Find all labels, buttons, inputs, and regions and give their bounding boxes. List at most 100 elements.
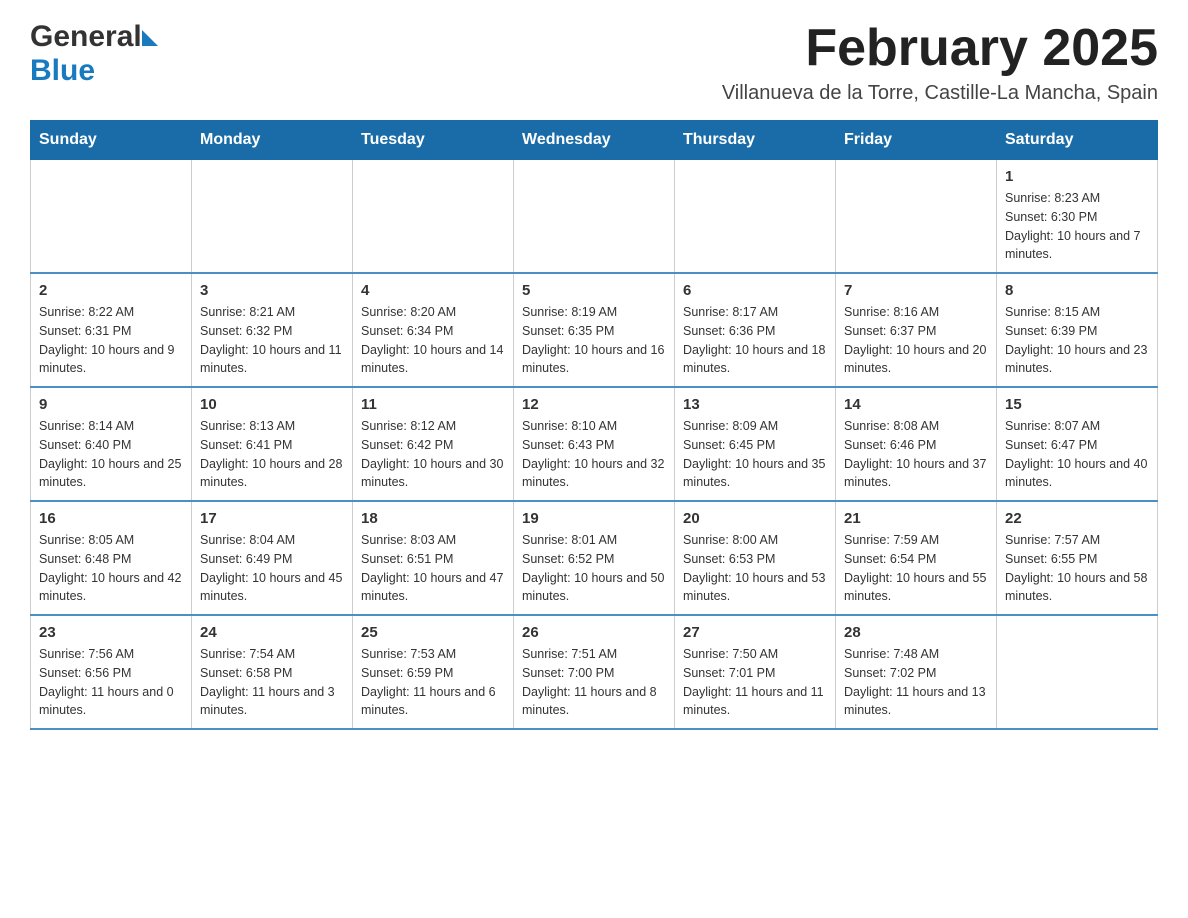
calendar-day-cell [514,160,675,274]
day-number: 5 [522,282,666,299]
calendar-day-cell: 10 Sunrise: 8:13 AMSunset: 6:41 PMDayligh… [192,387,353,501]
day-number: 8 [1005,282,1149,299]
weekday-header-row: SundayMondayTuesdayWednesdayThursdayFrid… [31,121,1158,160]
calendar-week-row: 9 Sunrise: 8:14 AMSunset: 6:40 PMDaylight… [31,387,1158,501]
weekday-header: Wednesday [514,121,675,160]
calendar-table: SundayMondayTuesdayWednesdayThursdayFrid… [30,120,1158,730]
calendar-day-cell: 1 Sunrise: 8:23 AMSunset: 6:30 PMDaylight… [997,160,1158,274]
calendar-day-cell: 19 Sunrise: 8:01 AMSunset: 6:52 PMDayligh… [514,501,675,615]
day-number: 1 [1005,168,1149,185]
calendar-day-cell [997,615,1158,729]
title-section: February 2025 Villanueva de la Torre, Ca… [722,20,1158,105]
calendar-day-cell [675,160,836,274]
day-number: 4 [361,282,505,299]
calendar-day-cell [353,160,514,274]
calendar-day-cell: 26 Sunrise: 7:51 AMSunset: 7:00 PMDayligh… [514,615,675,729]
day-info: Sunrise: 7:53 AMSunset: 6:59 PMDaylight:… [361,645,505,720]
day-info: Sunrise: 8:09 AMSunset: 6:45 PMDaylight:… [683,417,827,492]
day-number: 6 [683,282,827,299]
day-info: Sunrise: 8:23 AMSunset: 6:30 PMDaylight:… [1005,189,1149,264]
day-number: 10 [200,396,344,413]
calendar-day-cell [192,160,353,274]
day-number: 11 [361,396,505,413]
day-number: 18 [361,510,505,527]
calendar-day-cell: 27 Sunrise: 7:50 AMSunset: 7:01 PMDayligh… [675,615,836,729]
day-info: Sunrise: 8:10 AMSunset: 6:43 PMDaylight:… [522,417,666,492]
day-info: Sunrise: 7:57 AMSunset: 6:55 PMDaylight:… [1005,531,1149,606]
day-info: Sunrise: 8:22 AMSunset: 6:31 PMDaylight:… [39,303,183,378]
page-header: General Blue February 2025 Villanueva de… [30,20,1158,105]
day-number: 23 [39,624,183,641]
day-info: Sunrise: 8:15 AMSunset: 6:39 PMDaylight:… [1005,303,1149,378]
day-info: Sunrise: 8:05 AMSunset: 6:48 PMDaylight:… [39,531,183,606]
day-info: Sunrise: 8:14 AMSunset: 6:40 PMDaylight:… [39,417,183,492]
day-info: Sunrise: 8:01 AMSunset: 6:52 PMDaylight:… [522,531,666,606]
day-number: 15 [1005,396,1149,413]
calendar-day-cell: 7Sunrise: 8:16 AMSunset: 6:37 PMDaylight… [836,273,997,387]
day-info: Sunrise: 7:54 AMSunset: 6:58 PMDaylight:… [200,645,344,720]
calendar-day-cell: 20 Sunrise: 8:00 AMSunset: 6:53 PMDayligh… [675,501,836,615]
day-number: 13 [683,396,827,413]
day-info: Sunrise: 7:50 AMSunset: 7:01 PMDaylight:… [683,645,827,720]
day-info: Sunrise: 7:59 AMSunset: 6:54 PMDaylight:… [844,531,988,606]
calendar-day-cell: 9 Sunrise: 8:14 AMSunset: 6:40 PMDaylight… [31,387,192,501]
weekday-header: Friday [836,121,997,160]
calendar-day-cell: 2 Sunrise: 8:22 AMSunset: 6:31 PMDaylight… [31,273,192,387]
calendar-day-cell: 18 Sunrise: 8:03 AMSunset: 6:51 PMDayligh… [353,501,514,615]
day-number: 28 [844,624,988,641]
day-info: Sunrise: 8:04 AMSunset: 6:49 PMDaylight:… [200,531,344,606]
logo-blue-text: Blue [30,54,95,88]
calendar-day-cell: 24 Sunrise: 7:54 AMSunset: 6:58 PMDayligh… [192,615,353,729]
day-info: Sunrise: 7:51 AMSunset: 7:00 PMDaylight:… [522,645,666,720]
day-info: Sunrise: 8:03 AMSunset: 6:51 PMDaylight:… [361,531,505,606]
calendar-week-row: 1 Sunrise: 8:23 AMSunset: 6:30 PMDaylight… [31,160,1158,274]
day-number: 9 [39,396,183,413]
logo-arrow-icon [142,30,158,46]
day-number: 16 [39,510,183,527]
calendar-day-cell: 17 Sunrise: 8:04 AMSunset: 6:49 PMDayligh… [192,501,353,615]
calendar-day-cell: 22 Sunrise: 7:57 AMSunset: 6:55 PMDayligh… [997,501,1158,615]
day-number: 22 [1005,510,1149,527]
day-info: Sunrise: 8:16 AMSunset: 6:37 PMDaylight:… [844,303,988,378]
calendar-day-cell: 13 Sunrise: 8:09 AMSunset: 6:45 PMDayligh… [675,387,836,501]
calendar-day-cell: 23 Sunrise: 7:56 AMSunset: 6:56 PMDayligh… [31,615,192,729]
day-info: Sunrise: 7:56 AMSunset: 6:56 PMDaylight:… [39,645,183,720]
day-info: Sunrise: 8:00 AMSunset: 6:53 PMDaylight:… [683,531,827,606]
weekday-header: Tuesday [353,121,514,160]
weekday-header: Thursday [675,121,836,160]
calendar-week-row: 23 Sunrise: 7:56 AMSunset: 6:56 PMDayligh… [31,615,1158,729]
day-info: Sunrise: 8:20 AMSunset: 6:34 PMDaylight:… [361,303,505,378]
calendar-body: 1 Sunrise: 8:23 AMSunset: 6:30 PMDaylight… [31,160,1158,730]
day-number: 27 [683,624,827,641]
day-number: 19 [522,510,666,527]
calendar-header: SundayMondayTuesdayWednesdayThursdayFrid… [31,121,1158,160]
day-number: 24 [200,624,344,641]
day-info: Sunrise: 7:48 AMSunset: 7:02 PMDaylight:… [844,645,988,720]
calendar-day-cell: 12 Sunrise: 8:10 AMSunset: 6:43 PMDayligh… [514,387,675,501]
logo: General Blue [30,20,158,88]
day-number: 2 [39,282,183,299]
calendar-day-cell [836,160,997,274]
weekday-header: Sunday [31,121,192,160]
calendar-week-row: 16 Sunrise: 8:05 AMSunset: 6:48 PMDayligh… [31,501,1158,615]
weekday-header: Saturday [997,121,1158,160]
day-number: 20 [683,510,827,527]
calendar-week-row: 2 Sunrise: 8:22 AMSunset: 6:31 PMDaylight… [31,273,1158,387]
day-info: Sunrise: 8:13 AMSunset: 6:41 PMDaylight:… [200,417,344,492]
calendar-day-cell: 16 Sunrise: 8:05 AMSunset: 6:48 PMDayligh… [31,501,192,615]
day-info: Sunrise: 8:08 AMSunset: 6:46 PMDaylight:… [844,417,988,492]
day-info: Sunrise: 8:07 AMSunset: 6:47 PMDaylight:… [1005,417,1149,492]
calendar-day-cell: 3Sunrise: 8:21 AMSunset: 6:32 PMDaylight… [192,273,353,387]
calendar-day-cell: 4 Sunrise: 8:20 AMSunset: 6:34 PMDaylight… [353,273,514,387]
day-number: 17 [200,510,344,527]
day-number: 12 [522,396,666,413]
calendar-day-cell: 6Sunrise: 8:17 AMSunset: 6:36 PMDaylight… [675,273,836,387]
location-text: Villanueva de la Torre, Castille-La Manc… [722,82,1158,105]
logo-general-text: General [30,20,142,54]
day-info: Sunrise: 8:19 AMSunset: 6:35 PMDaylight:… [522,303,666,378]
calendar-day-cell: 25Sunrise: 7:53 AMSunset: 6:59 PMDayligh… [353,615,514,729]
day-number: 26 [522,624,666,641]
month-title: February 2025 [722,20,1158,77]
day-number: 14 [844,396,988,413]
calendar-day-cell: 8 Sunrise: 8:15 AMSunset: 6:39 PMDaylight… [997,273,1158,387]
